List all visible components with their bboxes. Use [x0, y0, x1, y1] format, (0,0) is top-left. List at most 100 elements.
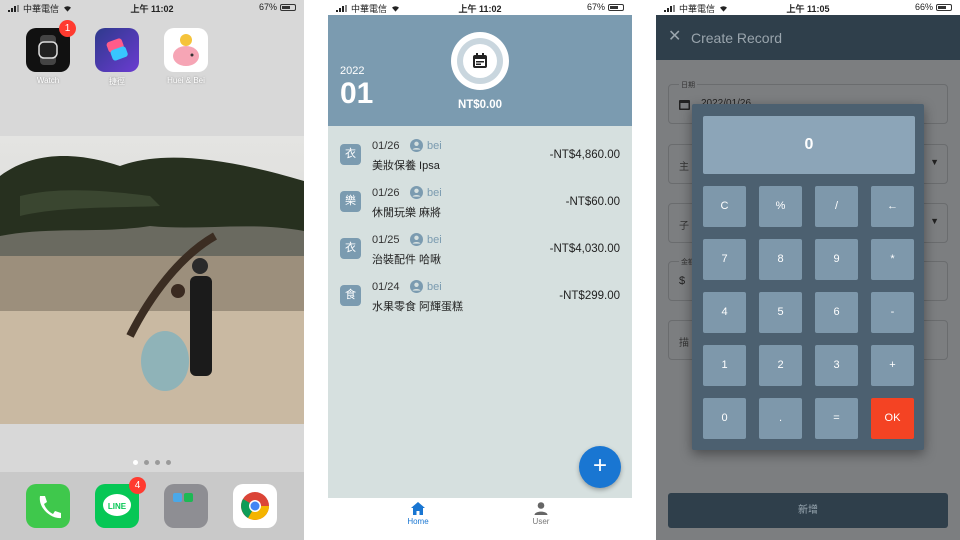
- main-category-label: 主: [679, 162, 689, 173]
- home-screen-panel: 中華電信 上午 11:02 67% 1 Watch 捷徑 Huei & Bei: [0, 0, 304, 540]
- create-record-panel: 中華電信 上午 11:05 66% ✕ Create Record 日期 202…: [656, 0, 960, 540]
- battery-percent: 67%: [586, 2, 605, 12]
- status-bar: 中華電信 上午 11:02 67%: [328, 0, 632, 15]
- page-dot: [166, 460, 171, 465]
- calculator-key[interactable]: C: [703, 186, 746, 227]
- chrome-app-icon[interactable]: [233, 484, 277, 528]
- calculator-key[interactable]: 8: [759, 239, 802, 280]
- record-row[interactable]: 樂 01/26 bei 休閒玩樂 麻將 -NT$60.00: [328, 179, 632, 226]
- dock: LINE 4: [0, 472, 304, 540]
- record-user: bei: [410, 233, 442, 246]
- battery-fill: [938, 5, 946, 9]
- calculator-key[interactable]: 0: [703, 398, 746, 439]
- page-indicator[interactable]: [0, 452, 304, 470]
- shortcuts-app-label: 捷徑: [109, 77, 125, 86]
- record-amount: -NT$60.00: [565, 196, 620, 208]
- record-user-name: bei: [427, 233, 442, 246]
- calculator-key[interactable]: /: [815, 186, 858, 227]
- calculator-ok-key[interactable]: OK: [871, 398, 914, 439]
- status-bar: 中華電信 上午 11:05 66%: [656, 0, 960, 15]
- month-total: NT$0.00: [457, 99, 503, 111]
- amount-prefix: $: [679, 275, 686, 287]
- sub-category-label: 子: [679, 221, 689, 232]
- nav-home-label: Home: [407, 517, 429, 526]
- user-icon: [534, 502, 548, 515]
- calculator-dialog: 0 C% / ← 7 8 9 * 4 5 6- 1 2 3 +0. = OK: [692, 104, 924, 450]
- chevron-down-icon: ▼: [930, 157, 939, 167]
- date-field-label: 日期: [679, 80, 697, 90]
- calculator-key[interactable]: ←: [871, 186, 914, 227]
- home-icon: [411, 502, 425, 515]
- nav-user-label: User: [532, 517, 550, 526]
- record-row[interactable]: 衣 01/25 bei 治裝配件 哈啾 -NT$4,030.00: [328, 226, 632, 273]
- calculator-key[interactable]: 3: [815, 345, 858, 386]
- record-description: 美妝保養 Ipsa: [372, 160, 440, 172]
- close-icon[interactable]: ✕: [668, 29, 681, 45]
- record-user: bei: [410, 186, 442, 199]
- calculator-key[interactable]: -: [871, 292, 914, 333]
- calculator-key[interactable]: 7: [703, 239, 746, 280]
- record-amount: -NT$299.00: [559, 290, 620, 302]
- calculator-key[interactable]: 2: [759, 345, 802, 386]
- calendar-button[interactable]: [451, 32, 509, 90]
- calculator-key[interactable]: *: [871, 239, 914, 280]
- record-user: bei: [410, 280, 442, 293]
- battery-percent: 66%: [914, 2, 933, 12]
- record-row[interactable]: 食 01/24 bei 水果零食 阿輝蛋糕 -NT$299.00: [328, 273, 632, 320]
- calendar-icon: [679, 100, 690, 110]
- record-date: 01/26: [372, 187, 400, 199]
- record-description: 休閒玩樂 麻將: [372, 207, 442, 219]
- account-circle-icon: [410, 280, 423, 293]
- record-user-name: bei: [427, 186, 442, 199]
- line-icon-text: LINE: [108, 502, 127, 511]
- battery-percent: 67%: [258, 2, 277, 12]
- category-badge: 樂: [340, 191, 361, 212]
- folder-app-icon[interactable]: [164, 484, 208, 528]
- calculator-key[interactable]: =: [815, 398, 858, 439]
- record-user-name: bei: [427, 139, 442, 152]
- category-badge: 食: [340, 285, 361, 306]
- submit-button[interactable]: 新增: [668, 493, 948, 528]
- record-date: 01/24: [372, 281, 400, 293]
- watch-badge: 1: [59, 20, 76, 37]
- phone-app-icon[interactable]: [26, 484, 70, 528]
- calculator-key[interactable]: +: [871, 345, 914, 386]
- calendar-icon: [473, 53, 487, 68]
- category-badge: 衣: [340, 144, 361, 165]
- calculator-key[interactable]: 5: [759, 292, 802, 333]
- record-date: 01/26: [372, 140, 400, 152]
- nav-home[interactable]: Home: [378, 502, 458, 526]
- calculator-key[interactable]: .: [759, 398, 802, 439]
- record-description: 水果零食 阿輝蛋糕: [372, 301, 464, 313]
- piggy-bank-app-label: Huei & Bei: [167, 76, 205, 85]
- record-amount: -NT$4,030.00: [549, 243, 620, 255]
- description-field-label: 描: [679, 338, 689, 349]
- page-dot: [133, 460, 138, 465]
- record-user-name: bei: [427, 280, 442, 293]
- month-header: 2022 01 NT$0.00: [328, 15, 632, 126]
- calculator-key[interactable]: 4: [703, 292, 746, 333]
- nav-user[interactable]: User: [501, 502, 581, 526]
- page-dot: [155, 460, 160, 465]
- shortcuts-app-icon[interactable]: [95, 28, 139, 72]
- record-user: bei: [410, 139, 442, 152]
- wallpaper-photo: [0, 136, 304, 424]
- battery-icon: [608, 3, 624, 11]
- battery-icon: [936, 3, 952, 11]
- calculator-key[interactable]: 1: [703, 345, 746, 386]
- record-date: 01/25: [372, 234, 400, 246]
- line-badge: 4: [129, 477, 146, 494]
- calculator-key[interactable]: %: [759, 186, 802, 227]
- account-circle-icon: [410, 233, 423, 246]
- calculator-key[interactable]: 9: [815, 239, 858, 280]
- battery-fill: [282, 5, 290, 9]
- add-record-button[interactable]: +: [579, 446, 621, 488]
- year-label: 2022: [340, 65, 365, 77]
- record-row[interactable]: 衣 01/26 bei 美妝保養 Ipsa -NT$4,860.00: [328, 132, 632, 179]
- category-badge: 衣: [340, 238, 361, 259]
- bottom-navigation: Home User: [328, 498, 632, 540]
- calculator-key[interactable]: 6: [815, 292, 858, 333]
- piggy-bank-app-icon[interactable]: [164, 28, 208, 72]
- page-dot: [144, 460, 149, 465]
- battery-fill: [610, 5, 618, 9]
